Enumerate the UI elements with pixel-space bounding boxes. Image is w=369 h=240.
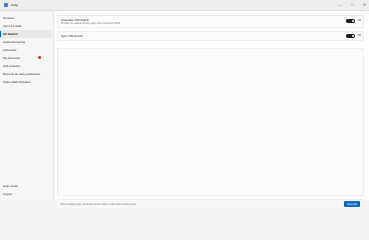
sidebar-item-early-participant[interactable]: Become an early participant — [0, 70, 52, 78]
window-title: Hdbp — [11, 3, 19, 7]
content-area — [57, 48, 364, 196]
close-icon[interactable]: ✕ — [362, 2, 367, 7]
maximize-icon[interactable]: □ — [350, 2, 355, 7]
window-controls: — □ ✕ — [338, 2, 367, 7]
title-bar: Hdbp — □ ✕ — [0, 0, 369, 11]
sidebar-item-advanced[interactable]: Advanced — [0, 46, 52, 54]
sidebar: General Input & Install AV Switch Audio … — [0, 11, 52, 200]
automate-toggle[interactable] — [346, 19, 355, 23]
sidebar-item-my-accounts[interactable]: My Accounts — [0, 54, 52, 62]
notification-badge — [38, 56, 41, 59]
sidebar-item-input-install[interactable]: Input & Install — [0, 22, 52, 30]
sidebar-item-logout[interactable]: Logout — [0, 190, 52, 198]
toggle-state-label: Off — [357, 18, 361, 22]
sidebar-item-general[interactable]: General — [0, 14, 52, 22]
sidebar-item-audio-recording[interactable]: Audio Recording — [0, 38, 52, 46]
toggle-state-label: Off — [357, 33, 361, 37]
sync-toggle[interactable] — [346, 34, 355, 38]
footer-message: Select adapter type, generate secure tok… — [60, 202, 137, 206]
sidebar-item-av-switch[interactable]: AV Switch — [0, 30, 52, 38]
footer-bar: Select adapter type, generate secure tok… — [57, 199, 362, 208]
sidebar-item-help-center[interactable]: Help center — [0, 182, 52, 190]
setting-description: Disable the default device setup from co… — [61, 22, 121, 25]
generate-button[interactable]: Generate — [344, 201, 360, 207]
app-icon — [4, 3, 8, 7]
minimize-icon[interactable]: — — [338, 2, 343, 7]
sidebar-item-add-device[interactable]: Add a device — [0, 62, 52, 70]
sidebar-item-share-web-activities[interactable]: Share Web Activities — [0, 78, 52, 86]
setting-row-sync: Sync OM Switch Off — [57, 31, 364, 41]
main-panel: Automate OM Switch Disable the default d… — [53, 11, 369, 208]
setting-title: Sync OM Switch — [61, 34, 84, 38]
setting-row-automate: Automate OM Switch Disable the default d… — [57, 15, 364, 28]
